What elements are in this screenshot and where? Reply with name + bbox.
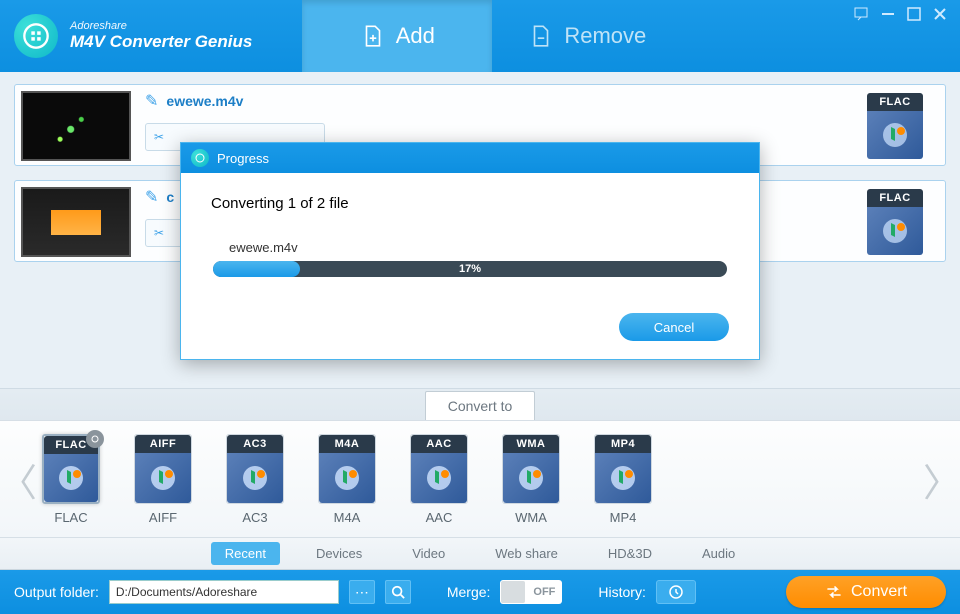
category-tab-audio[interactable]: Audio: [688, 542, 749, 565]
carousel-next-button[interactable]: 〉: [924, 421, 960, 537]
feedback-icon[interactable]: [854, 6, 870, 22]
footer-bar: Output folder: D:/Documents/Adoreshare ⋯…: [0, 570, 960, 614]
format-option-mp4[interactable]: MP4 MP4: [594, 434, 652, 525]
merge-toggle[interactable]: OFF: [500, 580, 562, 604]
progress-status: Converting 1 of 2 file: [211, 195, 729, 212]
merge-state: OFF: [526, 586, 562, 598]
brand-company: Adoreshare: [70, 20, 252, 32]
target-format-badge[interactable]: FLAC: [867, 189, 923, 255]
format-option-aac[interactable]: AAC AAC: [410, 434, 468, 525]
format-label: WMA: [515, 510, 547, 525]
app-logo-icon: [14, 14, 58, 58]
scissors-icon: ✂: [154, 226, 164, 240]
format-option-m4a[interactable]: M4A M4A: [318, 434, 376, 525]
dialog-titlebar[interactable]: Progress: [181, 143, 759, 173]
cancel-label: Cancel: [654, 320, 694, 335]
convert-label: Convert: [851, 583, 907, 601]
dialog-title: Progress: [217, 151, 269, 166]
cancel-button[interactable]: Cancel: [619, 313, 729, 341]
format-card-head: MP4: [595, 435, 651, 453]
remove-button[interactable]: Remove: [492, 0, 682, 72]
progress-bar: 17%: [213, 261, 727, 277]
format-label: FLAC: [54, 510, 87, 525]
convert-to-tab[interactable]: Convert to: [425, 391, 536, 420]
format-option-ac3[interactable]: AC3 AC3: [226, 434, 284, 525]
remove-label: Remove: [564, 23, 646, 49]
format-card-head: AAC: [411, 435, 467, 453]
convert-button[interactable]: Convert: [786, 576, 946, 608]
format-label: M4A: [334, 510, 361, 525]
brand: Adoreshare M4V Converter Genius: [0, 14, 252, 58]
browse-folder-button[interactable]: ⋯: [349, 580, 375, 604]
minimize-button[interactable]: [880, 6, 896, 22]
format-option-flac[interactable]: FLACFLAC: [42, 434, 100, 525]
format-option-aiff[interactable]: AIFF AIFF: [134, 434, 192, 525]
category-tabs: Recent Devices Video Web share HD&3D Audio: [0, 538, 960, 570]
format-card-head: WMA: [503, 435, 559, 453]
app-header: Adoreshare M4V Converter Genius Add Remo…: [0, 0, 960, 72]
category-tab-devices[interactable]: Devices: [302, 542, 376, 565]
add-file-icon: [360, 23, 386, 49]
output-folder-label: Output folder:: [14, 584, 99, 600]
brand-product: M4V Converter Genius: [70, 32, 252, 52]
format-badge-label: FLAC: [867, 93, 923, 111]
maximize-button[interactable]: [906, 6, 922, 22]
file-name: ewewe.m4v: [166, 93, 243, 109]
category-tab-recent[interactable]: Recent: [211, 542, 280, 565]
dialog-icon: [191, 149, 209, 167]
category-tab-web-share[interactable]: Web share: [481, 542, 572, 565]
clock-icon: [668, 584, 684, 600]
format-card-head: AC3: [227, 435, 283, 453]
add-label: Add: [396, 23, 435, 49]
format-card-head: M4A: [319, 435, 375, 453]
scissors-icon: ✂: [154, 130, 164, 144]
search-icon: [391, 585, 405, 599]
rename-icon[interactable]: ✎: [145, 91, 158, 111]
category-tab-hd-3d[interactable]: HD&3D: [594, 542, 666, 565]
file-name: c: [166, 189, 174, 205]
format-option-wma[interactable]: WMA WMA: [502, 434, 560, 525]
output-folder-field[interactable]: D:/Documents/Adoreshare: [109, 580, 339, 604]
open-folder-button[interactable]: [385, 580, 411, 604]
gear-icon[interactable]: [86, 430, 104, 448]
format-label: AAC: [426, 510, 453, 525]
rename-icon[interactable]: ✎: [145, 187, 158, 207]
format-label: AC3: [242, 510, 267, 525]
carousel-prev-button[interactable]: 〈: [0, 421, 36, 537]
remove-file-icon: [528, 23, 554, 49]
history-button[interactable]: [656, 580, 696, 604]
format-label: MP4: [610, 510, 637, 525]
toggle-knob: [501, 581, 525, 603]
format-label: AIFF: [149, 510, 177, 525]
category-tab-video[interactable]: Video: [398, 542, 459, 565]
file-thumbnail[interactable]: [21, 187, 131, 257]
merge-label: Merge:: [447, 584, 491, 600]
convert-to-strip: Convert to: [0, 388, 960, 420]
add-button[interactable]: Add: [302, 0, 492, 72]
format-carousel: 〈 FLACFLACAIFFAIFFAC3AC3M4AM4AAACAACWMAW…: [0, 420, 960, 538]
progress-dialog: Progress Converting 1 of 2 file ewewe.m4…: [180, 142, 760, 360]
file-thumbnail[interactable]: [21, 91, 131, 161]
history-label: History:: [598, 584, 645, 600]
format-card-head: AIFF: [135, 435, 191, 453]
convert-icon: [825, 583, 843, 601]
progress-percent: 17%: [213, 261, 727, 277]
close-button[interactable]: [932, 6, 948, 22]
target-format-badge[interactable]: FLAC: [867, 93, 923, 159]
format-badge-label: FLAC: [867, 189, 923, 207]
output-folder-path: D:/Documents/Adoreshare: [116, 585, 332, 599]
progress-current-file: ewewe.m4v: [229, 240, 729, 255]
